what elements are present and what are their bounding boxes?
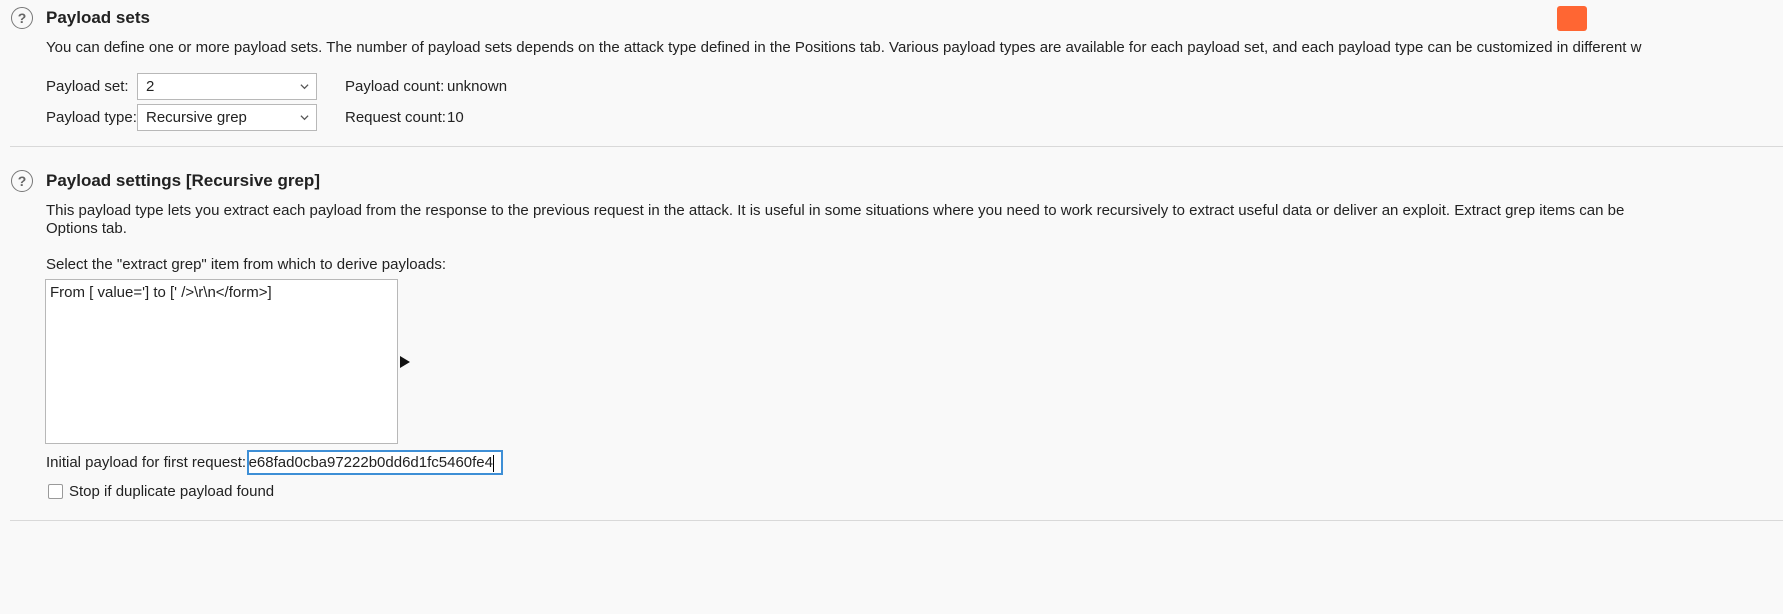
payload-sets-title: Payload sets [46, 8, 150, 27]
section-divider [10, 520, 1783, 521]
payload-settings-description: This payload type lets you extract each … [46, 202, 1625, 219]
request-count-label: Request count: [345, 109, 446, 126]
stop-duplicate-label: Stop if duplicate payload found [69, 483, 275, 500]
payload-set-select[interactable]: 2 [137, 73, 317, 100]
text-caret [493, 455, 494, 472]
help-circle-icon[interactable]: ? [11, 170, 33, 192]
initial-payload-value: 5e68fad0cba97222b0dd6d1fc5460fe4 [247, 454, 493, 471]
payload-type-label: Payload type: [46, 109, 137, 126]
extract-grep-label: Select the "extract grep" item from whic… [46, 256, 446, 273]
payload-set-value: 2 [146, 78, 155, 95]
payload-set-label: Payload set: [46, 78, 129, 95]
payload-count-value: unknown [447, 78, 508, 95]
extract-grep-list[interactable]: From [ value='] to [' />\r\n</form>] [45, 279, 398, 444]
initial-payload-label: Initial payload for first request: [46, 454, 247, 471]
stop-duplicate-checkbox[interactable] [48, 484, 63, 499]
chevron-down-icon [300, 84, 309, 90]
initial-payload-input[interactable]: 5e68fad0cba97222b0dd6d1fc5460fe4 [247, 450, 503, 475]
help-circle-icon[interactable]: ? [11, 7, 33, 29]
start-attack-button[interactable] [1557, 6, 1587, 31]
payload-type-select[interactable]: Recursive grep [137, 104, 317, 131]
payload-sets-description: You can define one or more payload sets.… [46, 39, 1642, 56]
payload-type-value: Recursive grep [146, 109, 247, 126]
payload-settings-description-cont: Options tab. [46, 220, 127, 237]
payload-count-label: Payload count: [345, 78, 445, 95]
payload-settings-title: Payload settings [Recursive grep] [46, 171, 320, 190]
list-item[interactable]: From [ value='] to [' />\r\n</form>] [50, 284, 272, 301]
triangle-right-icon [400, 356, 410, 368]
request-count-value: 10 [447, 109, 464, 126]
section-divider [10, 146, 1783, 147]
chevron-down-icon [300, 115, 309, 121]
